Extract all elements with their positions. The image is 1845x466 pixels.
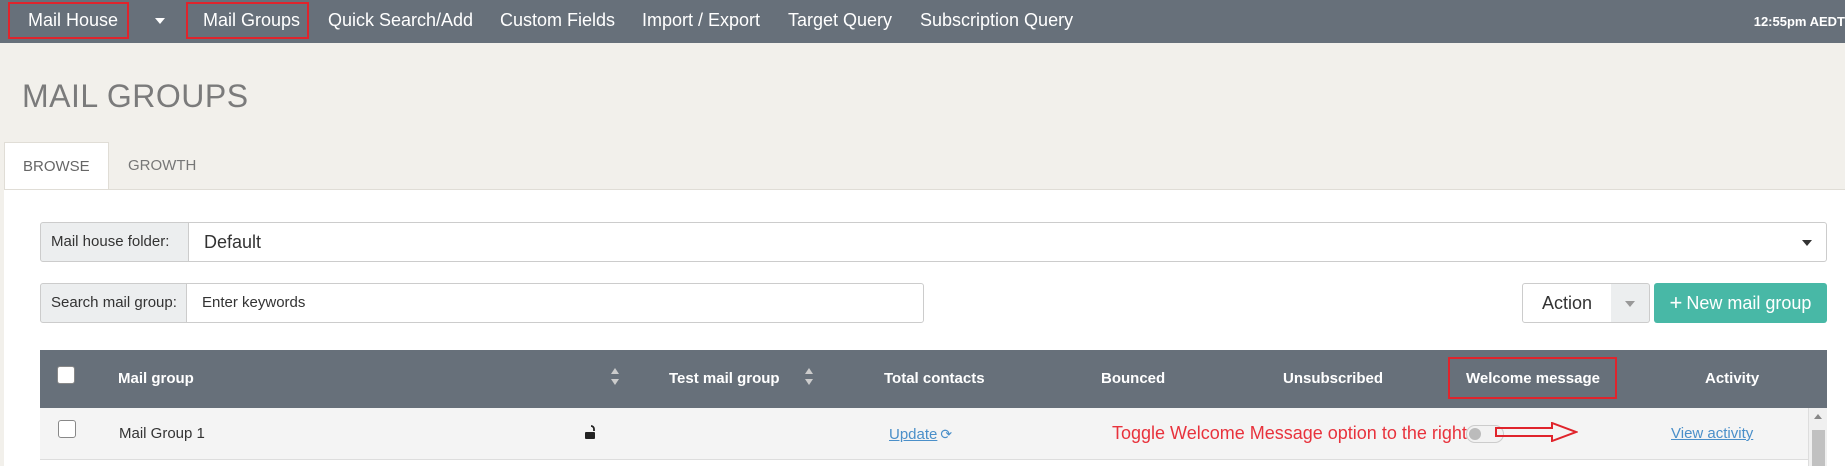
scrollbar-thumb[interactable] <box>1812 430 1825 466</box>
action-button[interactable]: Action <box>1522 283 1612 323</box>
scroll-up-icon[interactable] <box>1814 414 1822 419</box>
table-scrollbar[interactable] <box>1808 408 1827 466</box>
new-mail-group-button[interactable]: + New mail group <box>1654 283 1827 323</box>
search-input[interactable]: Enter keywords <box>186 283 924 323</box>
tab-growth[interactable]: GROWTH <box>110 142 214 190</box>
nav-subscription-query[interactable]: Subscription Query <box>920 0 1073 43</box>
nav-import-export[interactable]: Import / Export <box>642 0 760 43</box>
action-dropdown-toggle[interactable] <box>1611 283 1650 323</box>
new-mail-group-label: New mail group <box>1686 293 1812 313</box>
nav-custom-fields[interactable]: Custom Fields <box>500 0 615 43</box>
plus-icon: + <box>1669 290 1683 315</box>
update-link-label: Update <box>889 426 938 443</box>
highlight-box-welcome-message <box>1448 357 1617 399</box>
update-contacts-link[interactable]: Update ⟳ <box>889 408 952 461</box>
chevron-down-icon[interactable] <box>155 18 165 24</box>
refresh-icon: ⟳ <box>940 426 953 442</box>
arrow-right-icon <box>1495 422 1578 442</box>
col-total-contacts: Total contacts <box>884 370 985 387</box>
nav-quick-search[interactable]: Quick Search/Add <box>328 0 473 43</box>
chevron-down-icon <box>1625 301 1635 307</box>
chevron-down-icon <box>1802 240 1812 246</box>
folder-label: Mail house folder: <box>40 222 189 262</box>
annotation-text: Toggle Welcome Message option to the rig… <box>1112 423 1467 443</box>
page-title: MAIL GROUPS <box>22 78 249 114</box>
clock: 12:55pm AEDT <box>1753 14 1845 29</box>
col-test-mail-group[interactable]: Test mail group <box>669 350 780 408</box>
search-label: Search mail group: <box>40 283 187 323</box>
select-all-checkbox[interactable] <box>57 366 75 384</box>
row-checkbox[interactable] <box>58 420 76 438</box>
col-unsubscribed: Unsubscribed <box>1283 370 1384 387</box>
folder-select-value: Default <box>204 232 262 252</box>
col-activity: Activity <box>1705 370 1760 387</box>
view-activity-link[interactable]: View activity <box>1671 408 1753 460</box>
col-mail-group[interactable]: Mail group <box>118 350 194 408</box>
nav-target-query[interactable]: Target Query <box>788 0 892 43</box>
folder-select[interactable]: Default <box>188 222 1827 262</box>
col-bounced: Bounced <box>1101 370 1166 387</box>
top-navbar: Mail House Mail Groups Quick Search/Add … <box>0 0 1845 43</box>
unlock-icon[interactable] <box>584 425 598 440</box>
view-activity-label: View activity <box>1671 425 1754 442</box>
toggle-knob <box>1469 428 1481 440</box>
highlight-box-mail-house <box>8 2 129 39</box>
mail-group-name[interactable]: Mail Group 1 <box>119 408 205 460</box>
highlight-box-mail-groups <box>186 2 309 39</box>
tab-browse[interactable]: BROWSE <box>4 142 109 190</box>
